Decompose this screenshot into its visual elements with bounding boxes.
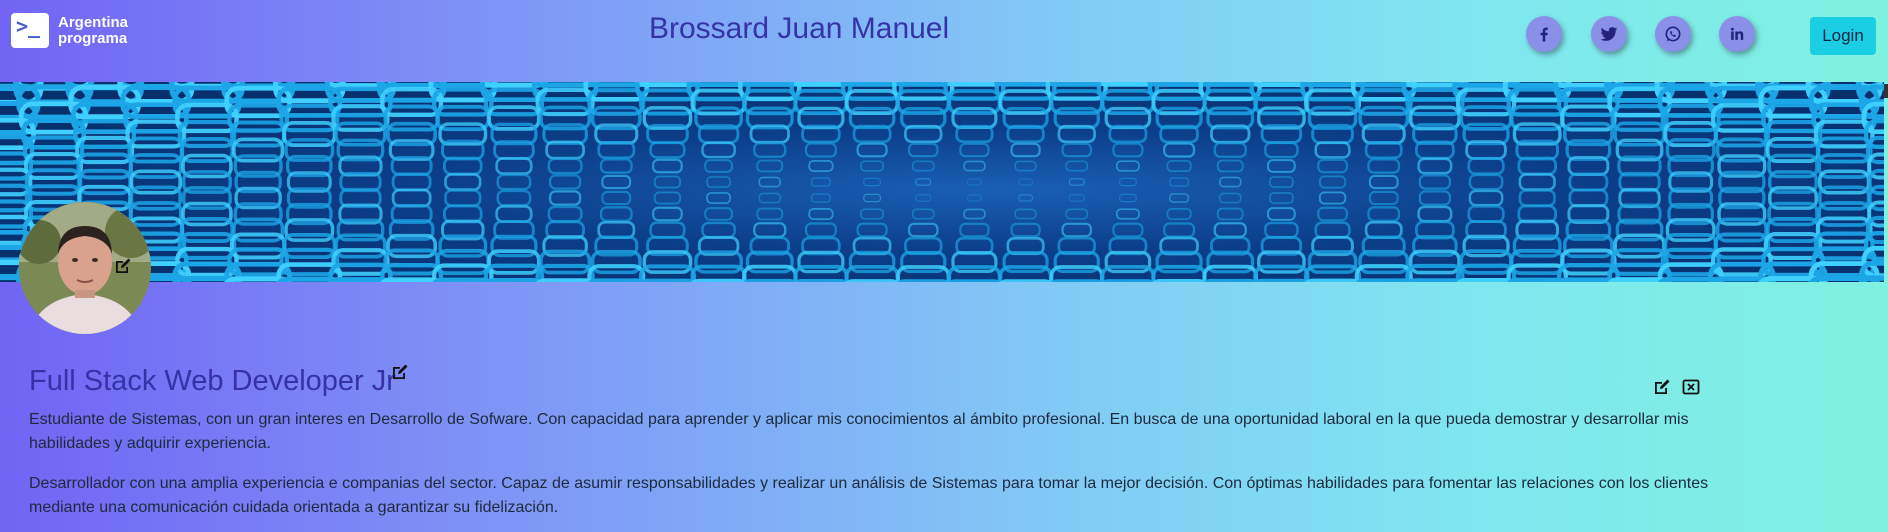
- argentina-programa-logo[interactable]: >_ Argentina programa: [11, 13, 128, 48]
- facebook-button[interactable]: [1526, 16, 1562, 52]
- login-button[interactable]: Login: [1810, 17, 1876, 55]
- twitter-button[interactable]: [1591, 16, 1627, 52]
- logo-line2: programa: [58, 29, 128, 47]
- profile-title: Full Stack Web Developer Jr: [29, 365, 396, 397]
- edit-photo-icon[interactable]: [113, 256, 133, 276]
- twitter-icon: [1600, 27, 1618, 41]
- linkedin-button[interactable]: [1719, 16, 1755, 52]
- banner-image: [0, 82, 1884, 282]
- about-paragraph-1: Estudiante de Sistemas, con un gran inte…: [29, 411, 1689, 452]
- delete-about-icon[interactable]: [1681, 377, 1701, 397]
- terminal-icon: >_: [11, 13, 49, 48]
- header: >_ Argentina programa Brossard Juan Manu…: [0, 0, 1888, 82]
- edit-title-icon[interactable]: [390, 362, 410, 382]
- logo-text: Argentina programa: [58, 13, 129, 47]
- whatsapp-icon: [1665, 26, 1681, 42]
- scrollbar-marker[interactable]: [1884, 84, 1888, 98]
- logo-line1: Argentina: [58, 13, 129, 31]
- about-paragraph-2: Desarrollador con una amplia experiencia…: [29, 475, 1709, 516]
- edit-about-icon[interactable]: [1652, 377, 1672, 397]
- linkedin-icon: [1731, 27, 1744, 40]
- cover-banner: [0, 82, 1884, 282]
- whatsapp-button[interactable]: [1655, 16, 1691, 52]
- facebook-icon: [1540, 27, 1548, 42]
- logo-glyph: >_: [16, 14, 41, 38]
- page-title: Brossard Juan Manuel: [649, 12, 950, 45]
